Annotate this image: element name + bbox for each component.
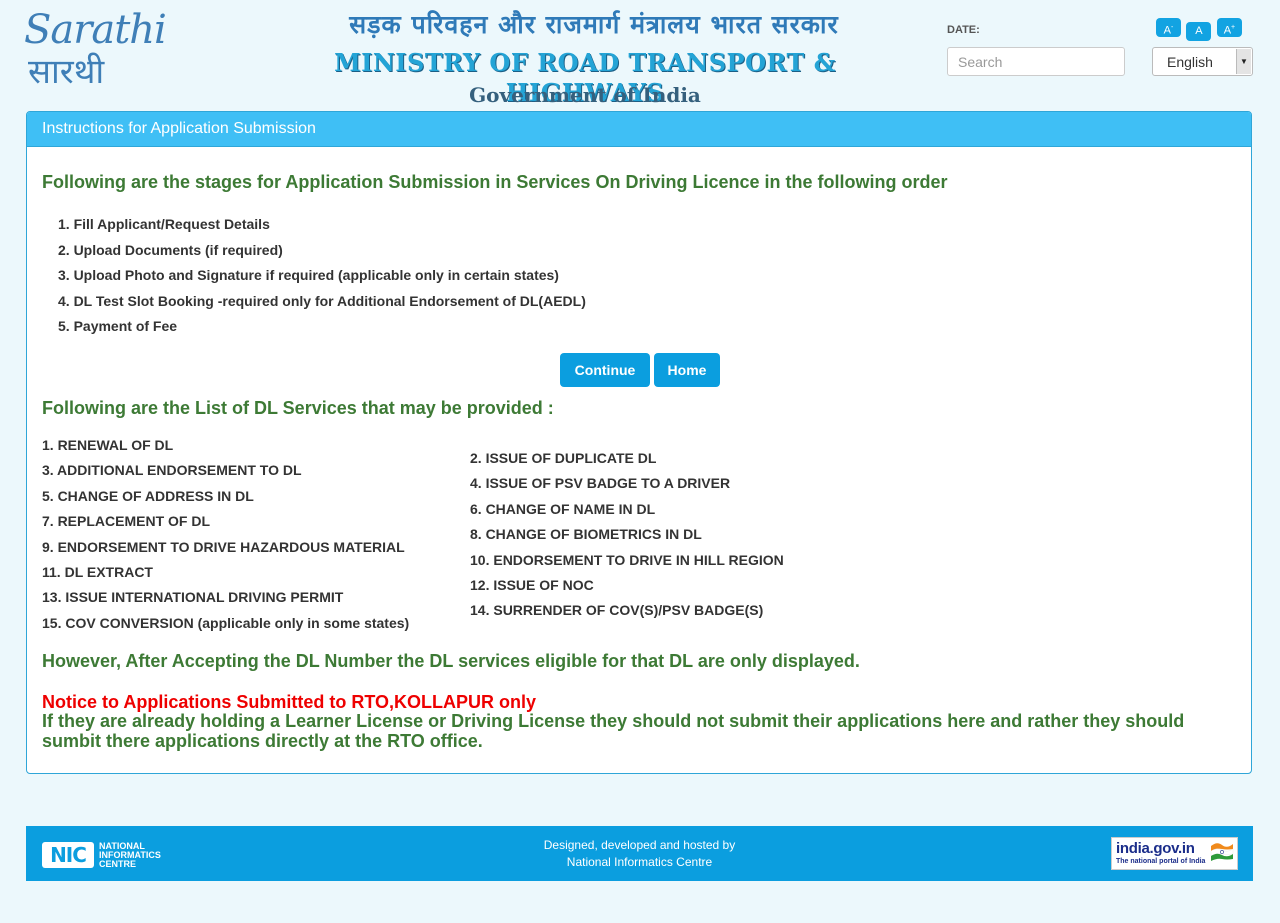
- logo-text-english: Sarathi: [24, 7, 167, 53]
- service-item: 14. SURRENDER OF COV(S)/PSV BADGE(S): [470, 602, 764, 619]
- language-selected-value: English: [1167, 54, 1213, 70]
- service-item: 15. COV CONVERSION (applicable only in s…: [42, 614, 410, 631]
- service-item: 8. CHANGE OF BIOMETRICS IN DL: [470, 526, 702, 543]
- services-heading: Following are the List of DL Services th…: [42, 398, 554, 418]
- credit-line: Designed, developed and hosted by: [543, 838, 736, 852]
- service-item: 13. ISSUE INTERNATIONAL DRIVING PERMIT: [42, 589, 344, 606]
- font-size-controls: A- A A+: [1156, 18, 1243, 41]
- stage-item: 4. DL Test Slot Booking -required only f…: [58, 292, 586, 309]
- stages-heading: Following are the stages for Application…: [42, 172, 948, 192]
- ministry-name-hindi: सड़क परिवहन और राजमार्ग मंत्रालय भारत सर…: [349, 10, 839, 39]
- font-decrease-button[interactable]: A-: [1156, 18, 1181, 37]
- ministry-banner: सड़क परिवहन और राजमार्ग मंत्रालय भारत सर…: [300, 8, 870, 107]
- notice-body: If they are already holding a Learner Li…: [42, 711, 1185, 751]
- language-select[interactable]: English ▼: [1152, 47, 1253, 76]
- india-gov-portal-link[interactable]: india.gov.in The national portal of Indi…: [1111, 837, 1238, 870]
- chevron-down-icon[interactable]: ▼: [1236, 49, 1251, 74]
- site-footer: NIC NATIONAL INFORMATICS CENTRE Designed…: [26, 826, 1253, 881]
- service-item: 3. ADDITIONAL ENDORSEMENT TO DL: [42, 462, 302, 479]
- service-item: 12. ISSUE OF NOC: [470, 576, 594, 593]
- service-item: 6. CHANGE OF NAME IN DL: [470, 500, 656, 517]
- search-input[interactable]: [947, 47, 1125, 76]
- service-item: 11. DL EXTRACT: [42, 563, 153, 580]
- panel-title: Instructions for Application Submission: [27, 112, 1251, 147]
- service-item: 10. ENDORSEMENT TO DRIVE IN HILL REGION: [470, 551, 784, 568]
- service-item: 1. RENEWAL OF DL: [42, 437, 174, 453]
- stage-item: 3. Upload Photo and Signature if require…: [58, 267, 559, 283]
- notice-title: Notice to Applications Submitted to RTO,…: [42, 692, 536, 712]
- sarathi-logo[interactable]: Sarathi सारथी: [24, 8, 167, 100]
- service-item: 4. ISSUE OF PSV BADGE TO A DRIVER: [470, 475, 731, 492]
- font-normal-button[interactable]: A: [1186, 21, 1212, 41]
- font-increase-button[interactable]: A+: [1216, 18, 1242, 37]
- government-of-india-label: Government of India: [469, 83, 701, 107]
- stage-item: 2. Upload Documents (if required): [58, 241, 283, 258]
- service-item: 9. ENDORSEMENT TO DRIVE HAZARDOUS MATERI…: [42, 538, 405, 555]
- stages-list: 1. Fill Applicant/Request Details 2. Upl…: [58, 216, 586, 344]
- india-flag-icon: [1210, 843, 1234, 861]
- site-header: Sarathi सारथी सड़क परिवहन और राजमार्ग मं…: [0, 0, 1280, 110]
- instructions-panel: Instructions for Application Submission …: [26, 111, 1252, 774]
- eligibility-note: However, After Accepting the DL Number t…: [42, 651, 860, 671]
- service-item: 7. REPLACEMENT OF DL: [42, 513, 211, 530]
- footer-credit: Designed, developed and hosted by Nation…: [26, 837, 1253, 871]
- portal-name: india.gov.in: [1116, 840, 1195, 857]
- continue-button[interactable]: Continue: [560, 353, 650, 387]
- logo-text-hindi: सारथी: [28, 52, 105, 92]
- stage-item: 1. Fill Applicant/Request Details: [58, 216, 270, 232]
- services-list-right: 2. ISSUE OF DUPLICATE DL 4. ISSUE OF PSV…: [470, 450, 784, 628]
- portal-tagline: The national portal of India: [1116, 858, 1206, 865]
- stage-item: 5. Payment of Fee: [58, 318, 178, 334]
- home-button[interactable]: Home: [654, 353, 720, 387]
- services-list-left: 1. RENEWAL OF DL 3. ADDITIONAL ENDORSEME…: [42, 437, 409, 640]
- date-label: DATE:: [947, 24, 980, 36]
- service-item: 5. CHANGE OF ADDRESS IN DL: [42, 487, 254, 504]
- service-item: 2. ISSUE OF DUPLICATE DL: [470, 450, 657, 466]
- credit-line: National Informatics Centre: [566, 855, 713, 869]
